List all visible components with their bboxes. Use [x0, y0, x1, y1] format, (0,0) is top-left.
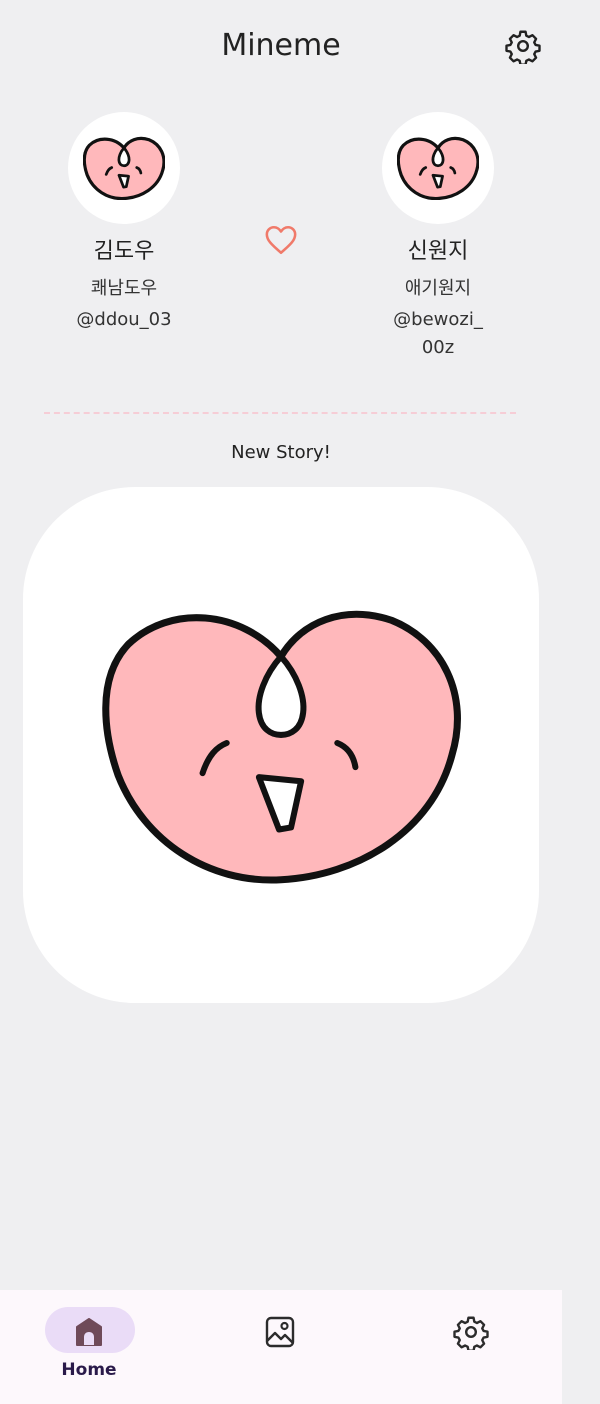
profile-nickname: 쾌남도우 [90, 278, 158, 299]
bottom-nav: Home [0, 1290, 562, 1404]
avatar[interactable] [68, 112, 180, 224]
heart-outline-icon[interactable] [264, 224, 298, 256]
image-icon [265, 1316, 295, 1348]
profile-handle: @ddou_03 [76, 309, 172, 330]
profile-card-right[interactable]: 신원지 애기원지 @bewozi_00z [363, 112, 513, 362]
profile-nickname: 애기원지 [404, 278, 472, 299]
nav-item-home[interactable]: Home [19, 1290, 159, 1404]
heart-face-illustration [102, 610, 461, 884]
story-card[interactable] [23, 487, 539, 1003]
nav-label-home: Home [61, 1360, 117, 1380]
avatar[interactable] [382, 112, 494, 224]
profile-handle: @bewozi_00z [393, 309, 483, 358]
heart-face-avatar [83, 136, 165, 200]
home-icon [76, 1318, 102, 1346]
nav-item-settings[interactable] [401, 1290, 541, 1404]
profile-name: 신원지 [407, 239, 469, 264]
dashed-divider [44, 412, 516, 414]
heart-face-avatar [397, 136, 479, 200]
profile-card-left[interactable]: 김도우 쾌남도우 @ddou_03 [49, 112, 199, 334]
profile-name: 김도우 [93, 239, 155, 264]
story-label: New Story! [231, 442, 331, 463]
gear-icon[interactable] [505, 28, 541, 64]
app-title: Mineme [221, 28, 341, 63]
nav-item-gallery[interactable] [210, 1290, 350, 1404]
gear-icon [453, 1316, 489, 1350]
